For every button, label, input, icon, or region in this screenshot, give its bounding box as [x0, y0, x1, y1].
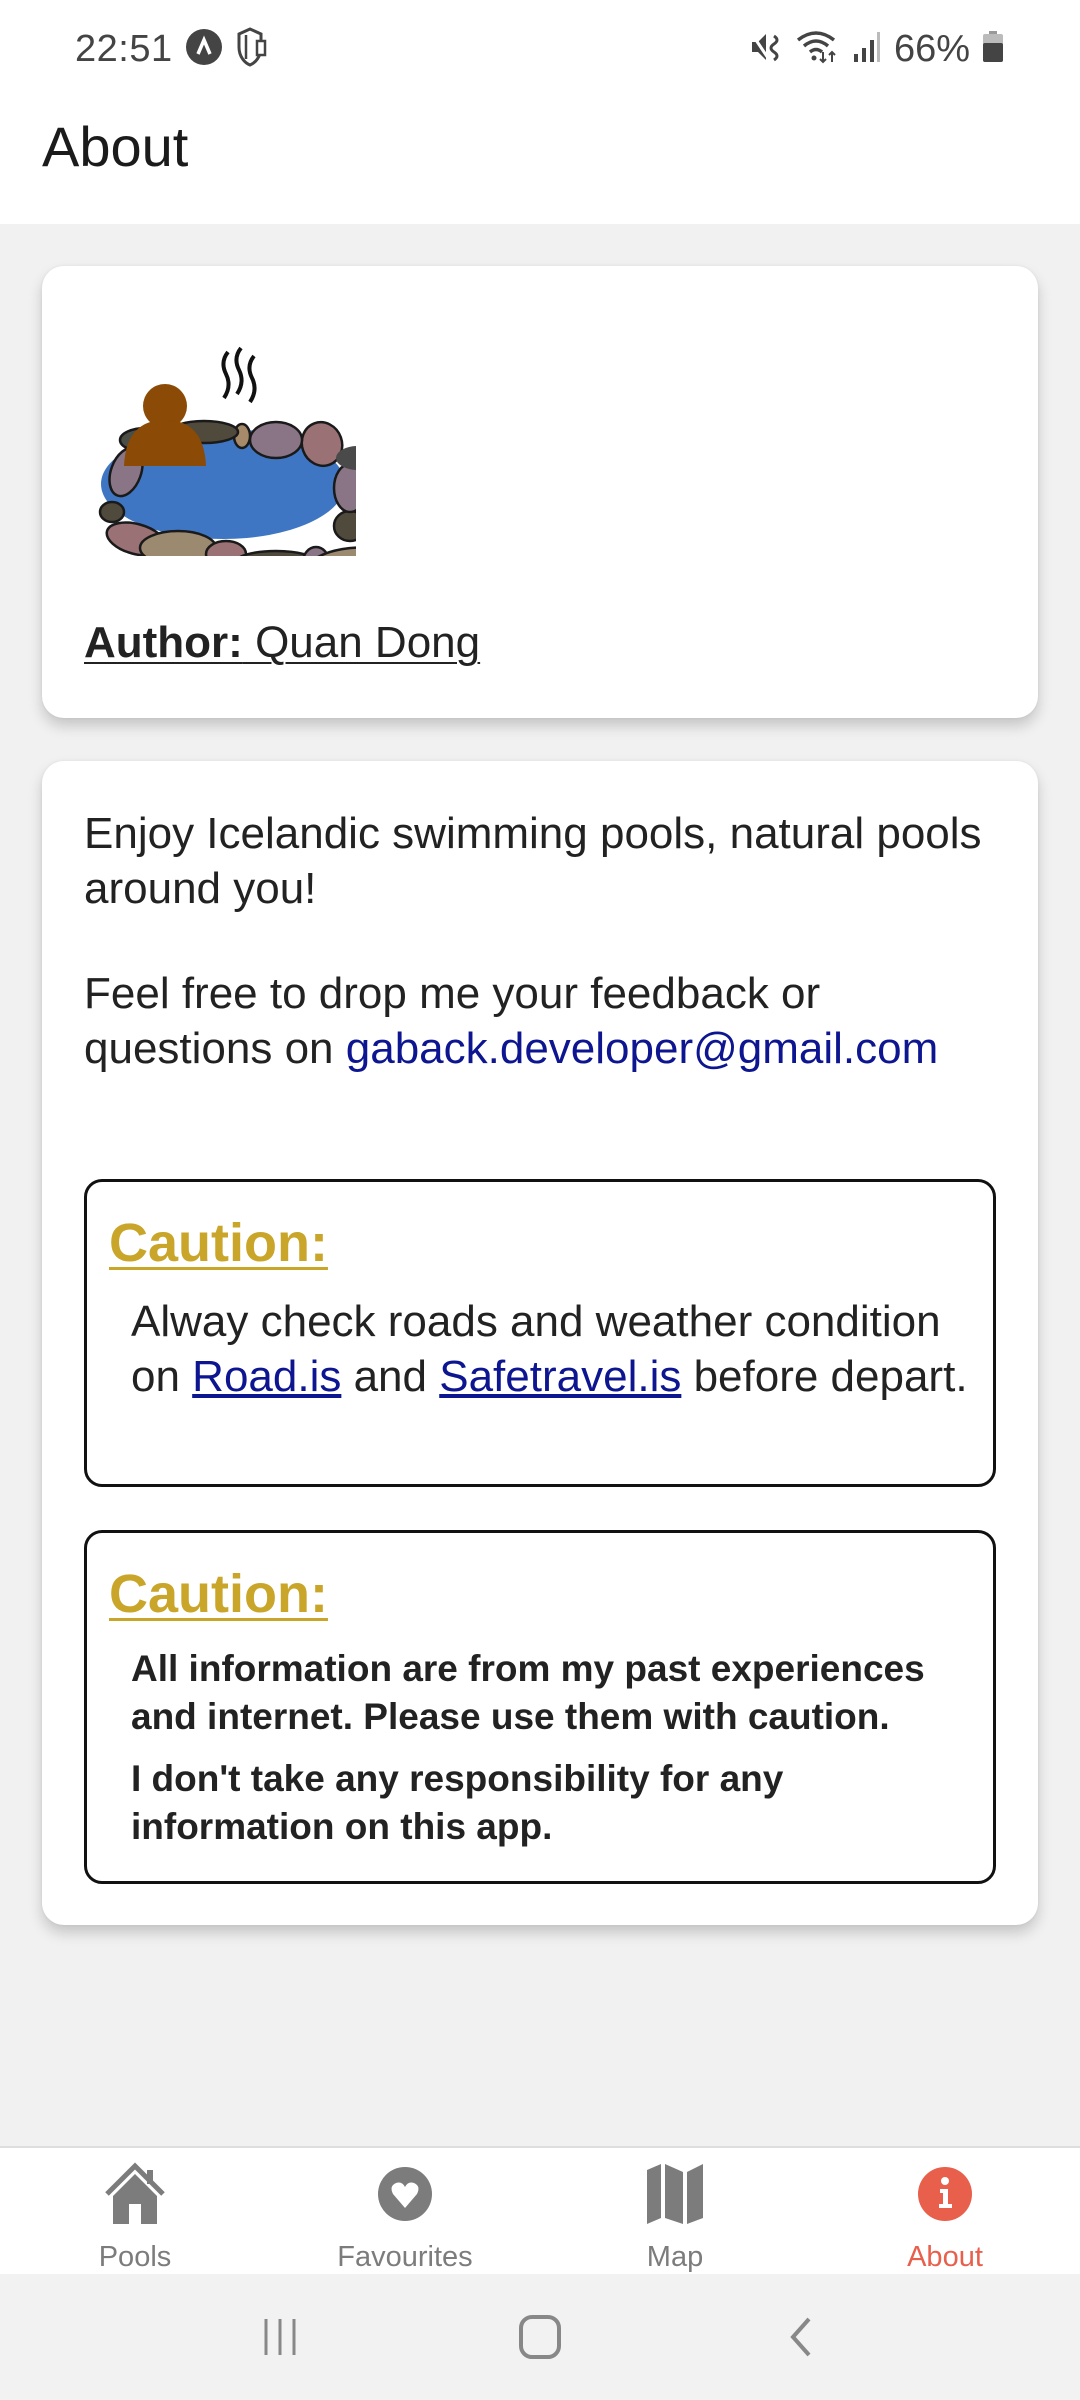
tab-label: Map: [646, 2241, 704, 2273]
app-header: About: [0, 98, 1080, 224]
caution-box-roads: Caution: Alway check roads and weather c…: [84, 1179, 996, 1487]
tab-label: Favourites: [337, 2241, 473, 2273]
secure-folder-icon: [235, 26, 269, 72]
status-right: 66%: [750, 28, 1004, 71]
system-nav-bar: [0, 2274, 1080, 2400]
status-bar: 22:51 66%: [0, 0, 1080, 98]
author-name: Quan Dong: [242, 618, 481, 667]
home-icon: [100, 2160, 170, 2227]
home-button[interactable]: [495, 2292, 585, 2382]
back-button[interactable]: [755, 2292, 845, 2382]
tab-about[interactable]: About: [810, 2148, 1080, 2274]
tab-label: Pools: [98, 2241, 172, 2273]
caution-roads-text: Alway check roads and weather condition …: [131, 1294, 971, 1404]
info-card: Enjoy Icelandic swimming pools, natural …: [42, 761, 1038, 1925]
tab-map[interactable]: Map: [540, 2148, 810, 2274]
battery-icon: [982, 30, 1004, 69]
recents-icon: [264, 2319, 296, 2355]
bottom-tab-bar: Pools Favourites Map About: [0, 2146, 1080, 2274]
page-title: About: [42, 114, 189, 178]
email-link[interactable]: gaback.developer@gmail.com: [346, 1024, 939, 1073]
caution-title: Caution:: [109, 1213, 328, 1273]
hot-spring-logo: [86, 336, 380, 579]
recents-button[interactable]: [235, 2292, 325, 2382]
safetravel-is-link[interactable]: Safetravel.is: [439, 1352, 681, 1401]
tab-label: About: [907, 2241, 983, 2273]
heart-icon: [370, 2160, 440, 2227]
caution-text-after: before depart.: [681, 1352, 968, 1401]
map-icon: [640, 2160, 710, 2227]
caution-box-disclaimer: Caution: All information are from my pas…: [84, 1530, 996, 1884]
tab-pools[interactable]: Pools: [0, 2148, 270, 2274]
signal-icon: [852, 30, 882, 69]
road-is-link[interactable]: Road.is: [192, 1352, 341, 1401]
disclaimer-line-2: I don't take any responsibility for any …: [131, 1758, 784, 1847]
status-time: 22:51: [75, 27, 173, 70]
caution-title: Caution:: [109, 1564, 328, 1624]
author-label: Author:: [84, 618, 243, 667]
disclaimer-line-1: All information are from my past experie…: [131, 1648, 925, 1737]
battery-percent: 66%: [893, 27, 970, 70]
app-notification-icon: [185, 28, 223, 71]
author-card: Author: Quan Dong: [42, 266, 1038, 718]
wifi-icon: [796, 30, 840, 69]
mute-icon: [750, 30, 784, 69]
author-line: Author: Quan Dong: [84, 618, 480, 668]
caution-text-middle: and: [341, 1352, 440, 1401]
tab-favourites[interactable]: Favourites: [270, 2148, 540, 2274]
feedback-text: Feel free to drop me your feedback or qu…: [84, 966, 984, 1076]
status-left: 22:51: [75, 26, 269, 72]
info-icon: [910, 2160, 980, 2227]
home-nav-icon: [519, 2315, 561, 2359]
back-icon: [790, 2317, 811, 2357]
intro-text: Enjoy Icelandic swimming pools, natural …: [84, 809, 982, 913]
